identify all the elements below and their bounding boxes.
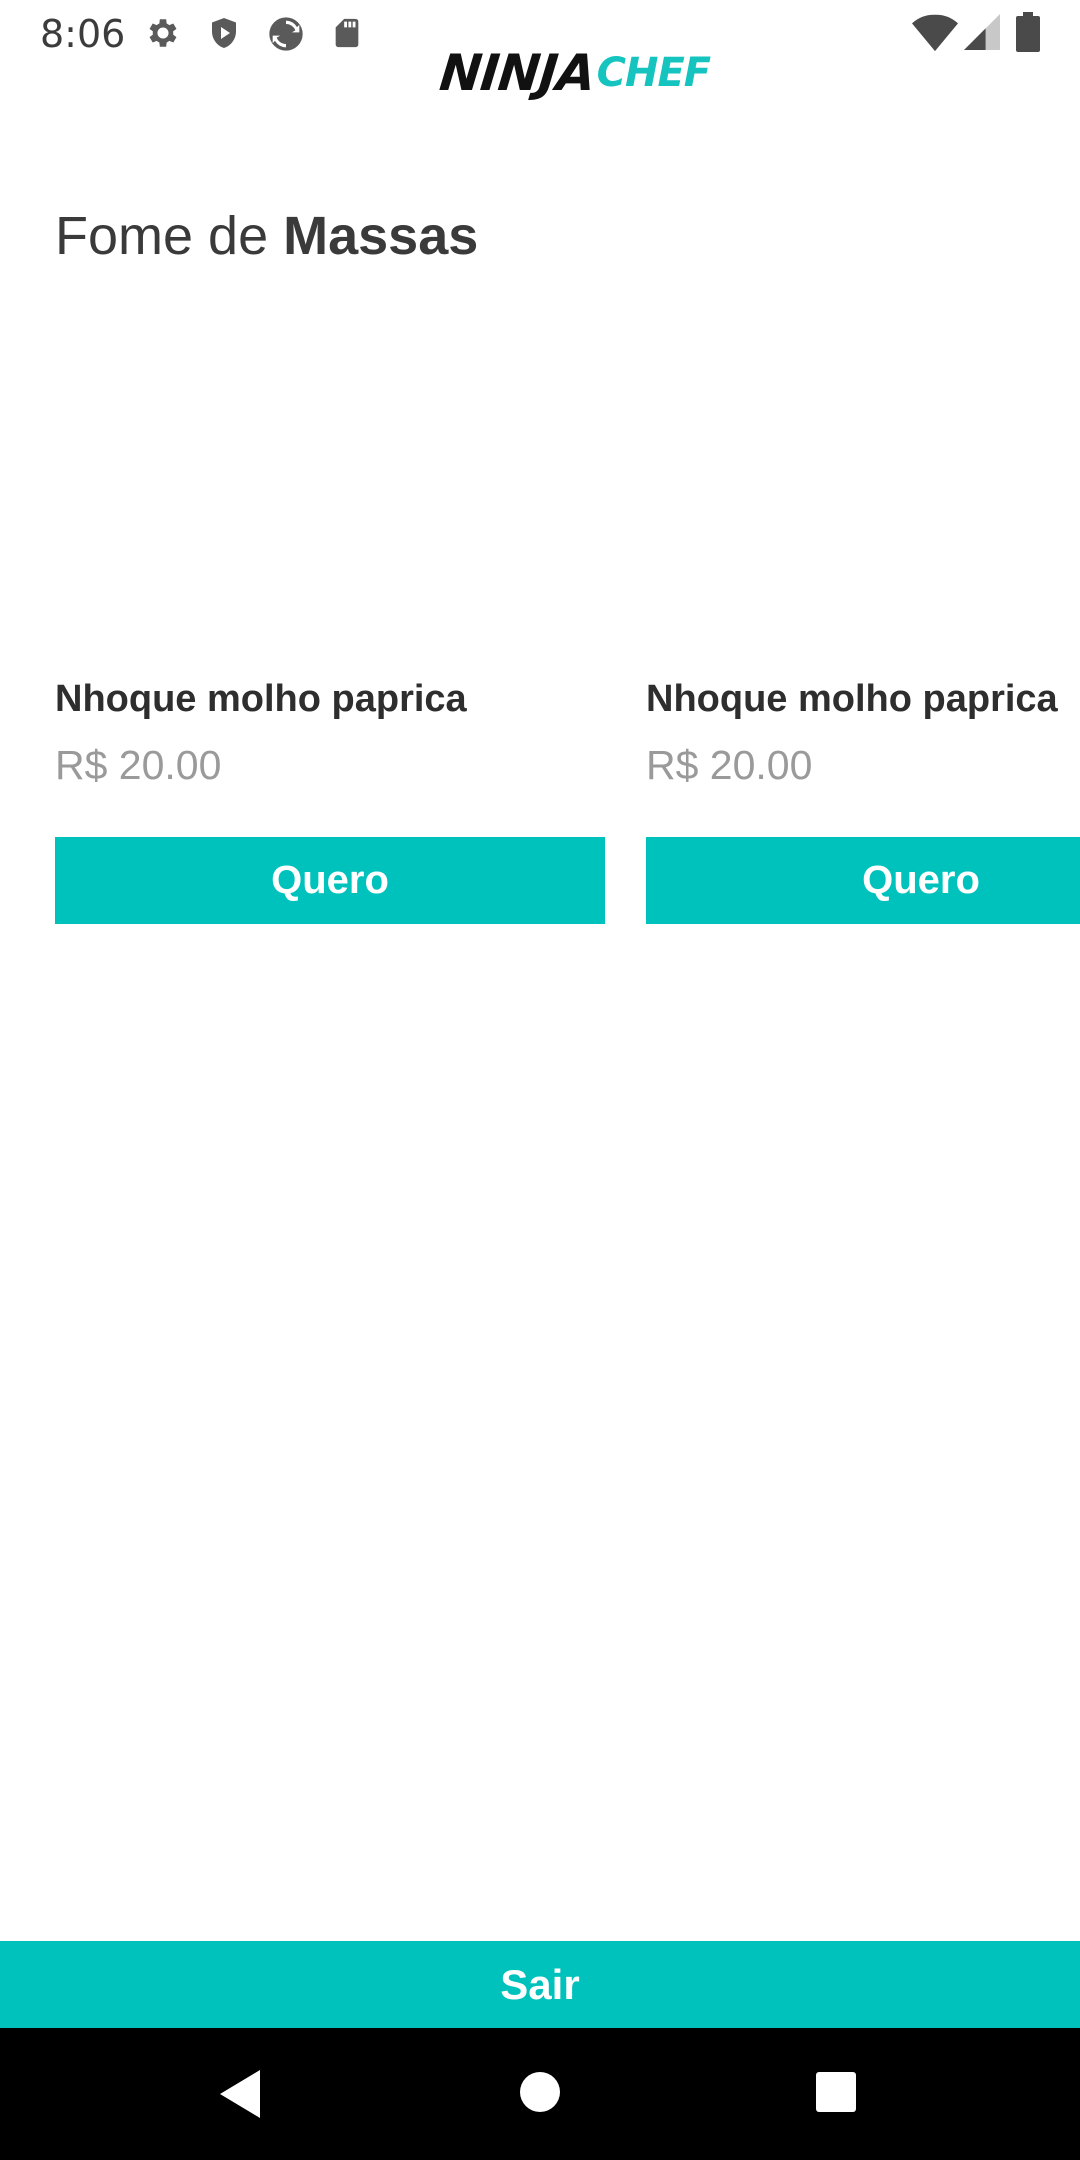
logo-ninja-text: NINJA [436, 44, 598, 102]
home-icon[interactable] [516, 2068, 564, 2121]
sd-card-icon [330, 14, 364, 52]
ninjachef-logo: NINJA CHEF [436, 40, 711, 106]
status-time: 8:06 [40, 12, 126, 56]
product-card: Nhoque molho paprica R$ 20.00 Quero [646, 300, 1080, 940]
product-name: Nhoque molho paprica [55, 678, 467, 720]
shield-icon [206, 14, 242, 52]
product-carousel[interactable]: Nhoque molho paprica R$ 20.00 Quero Nhoq… [0, 300, 1080, 940]
recents-icon[interactable] [814, 2070, 858, 2119]
quero-button[interactable]: Quero [55, 837, 605, 924]
system-nav-bar [0, 2028, 1080, 2160]
page-title-category: Massas [283, 206, 479, 266]
back-icon[interactable] [216, 2064, 262, 2129]
signal-icon [964, 12, 1000, 52]
quero-button[interactable]: Quero [646, 837, 1080, 924]
page-title-prefix: Fome de [55, 206, 284, 266]
page-title: Fome de Massas [55, 205, 478, 267]
product-price: R$ 20.00 [55, 742, 222, 788]
logo-chef-text: CHEF [596, 50, 711, 96]
product-name: Nhoque molho paprica [646, 678, 1058, 720]
product-image [646, 300, 1080, 630]
screen: 8:06 NINJA CHEF Fome de Massas Nhoque mo… [0, 0, 1080, 2160]
sync-icon [264, 14, 308, 54]
battery-icon [1016, 12, 1040, 52]
sair-button[interactable]: Sair [0, 1941, 1080, 2028]
settings-icon [144, 14, 182, 52]
product-card: Nhoque molho paprica R$ 20.00 Quero [55, 300, 605, 940]
product-price: R$ 20.00 [646, 742, 813, 788]
wifi-icon [912, 12, 958, 52]
product-image [55, 300, 605, 630]
